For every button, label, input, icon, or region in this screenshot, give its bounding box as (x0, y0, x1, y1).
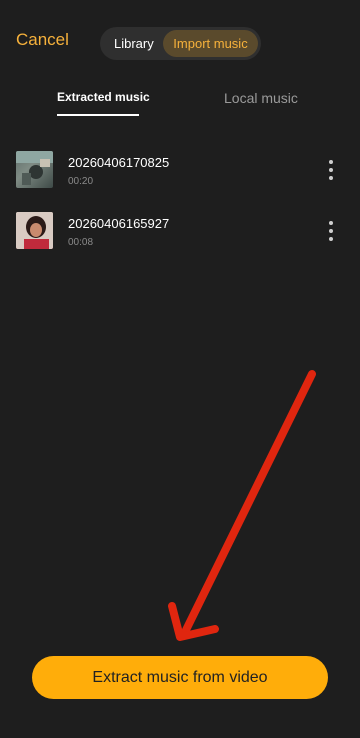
list-item[interactable]: 20260406170825 00:20 (0, 148, 360, 198)
library-segment[interactable]: Library (114, 27, 154, 60)
source-segmented-control: Library Import music (100, 27, 261, 60)
tab-extracted-music[interactable]: Extracted music (57, 90, 150, 104)
video-thumbnail (16, 151, 53, 188)
item-title: 20260406165927 (68, 216, 170, 231)
thumbnail-image (16, 151, 53, 185)
extract-music-button[interactable]: Extract music from video (32, 656, 328, 699)
video-thumbnail (16, 212, 53, 249)
cancel-button[interactable]: Cancel (16, 30, 69, 50)
import-music-screen: Cancel Library Import music Extracted mu… (0, 0, 360, 738)
thumbnail-image (16, 212, 53, 249)
item-duration: 00:20 (68, 176, 94, 187)
import-music-segment[interactable]: Import music (163, 30, 258, 57)
list-item[interactable]: 20260406165927 00:08 (0, 209, 360, 259)
item-duration: 00:08 (68, 237, 94, 248)
item-title: 20260406170825 (68, 155, 170, 170)
more-vertical-icon[interactable] (322, 219, 340, 253)
tab-local-music[interactable]: Local music (224, 90, 298, 106)
more-vertical-icon[interactable] (322, 158, 340, 192)
active-tab-indicator (57, 114, 139, 116)
annotation-arrow (168, 370, 316, 641)
